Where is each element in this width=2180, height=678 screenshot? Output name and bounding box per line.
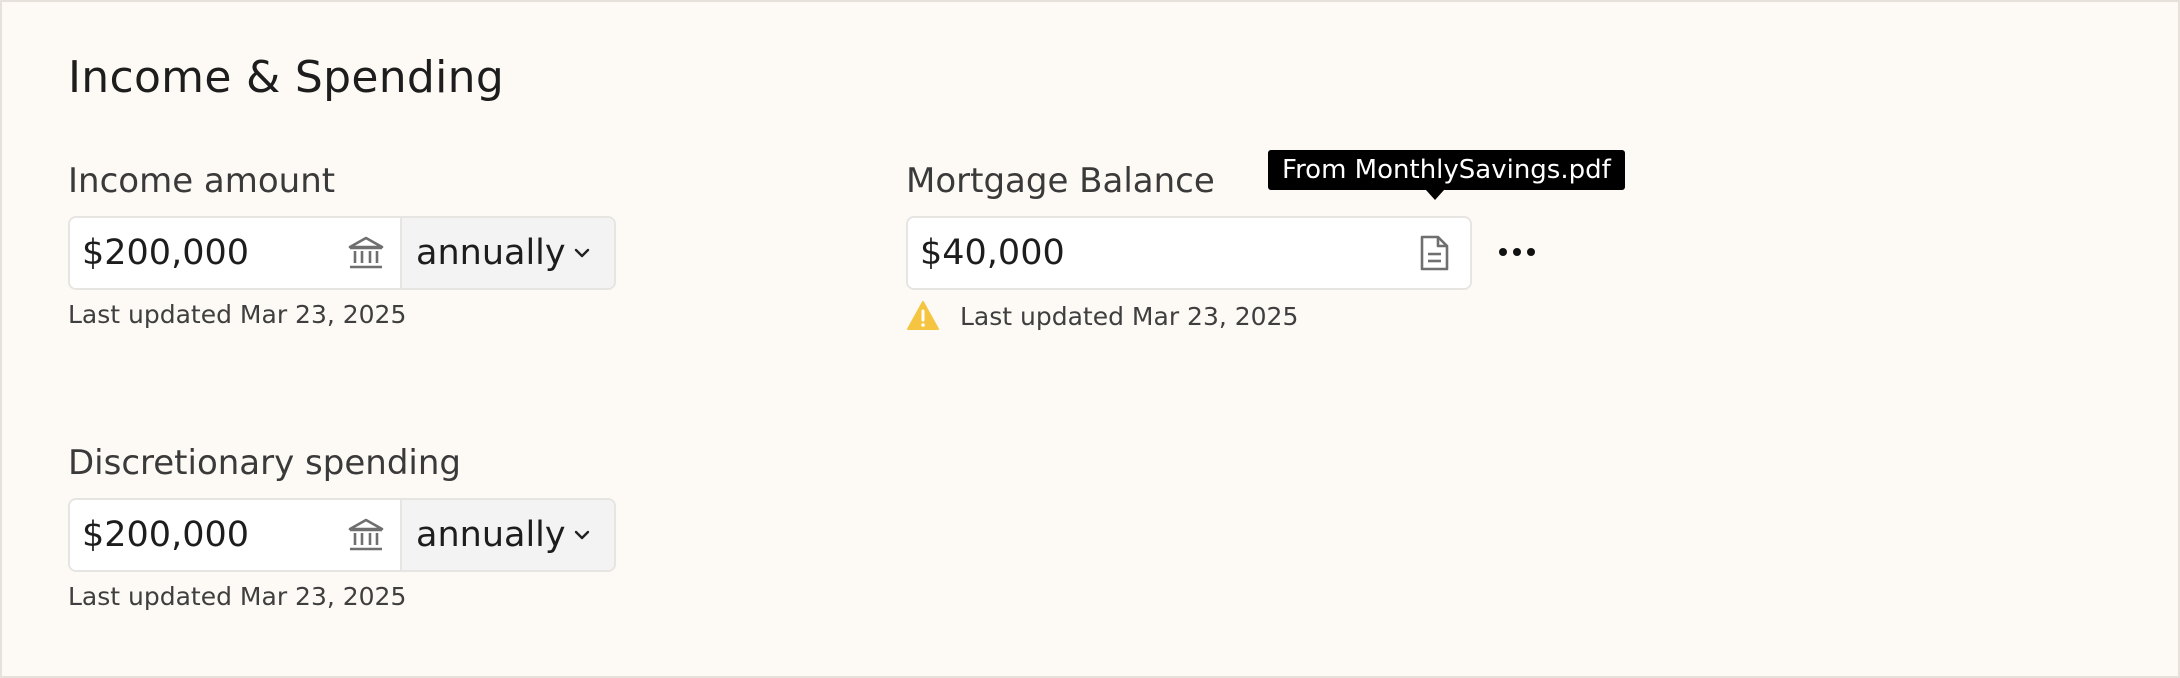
income-frequency-select[interactable]: annually	[400, 218, 614, 288]
income-amount-input-wrap	[70, 218, 400, 288]
mortgage-balance-input-group	[906, 216, 1472, 290]
more-options-button[interactable]	[1492, 232, 1542, 272]
income-last-updated: Last updated Mar 23, 2025	[68, 300, 407, 329]
discretionary-frequency-select[interactable]: annually	[400, 500, 614, 570]
income-amount-field: Income amount annually	[68, 158, 616, 329]
discretionary-spending-input-wrap	[70, 500, 400, 570]
income-amount-label: Income amount	[68, 161, 336, 201]
discretionary-spending-field: Discretionary spending ann	[68, 440, 616, 611]
income-frequency-value: annually	[416, 233, 566, 273]
income-spending-panel: Income & Spending Income amount $200,000…	[0, 0, 2180, 678]
more-dot	[1527, 248, 1535, 256]
discretionary-spending-input-group: annually	[68, 498, 616, 572]
document-icon[interactable]	[1414, 233, 1454, 273]
mortgage-last-updated: Last updated Mar 23, 2025	[960, 301, 1299, 331]
more-dot	[1513, 248, 1521, 256]
mortgage-balance-input-wrap	[908, 218, 1470, 288]
warning-icon	[906, 300, 940, 332]
chevron-down-icon	[572, 243, 592, 263]
income-amount-input-group: annually	[68, 216, 616, 290]
chevron-down-icon	[572, 525, 592, 545]
tooltip-arrow	[1426, 190, 1444, 200]
mortgage-balance-input[interactable]	[908, 218, 1470, 288]
more-dot	[1499, 248, 1507, 256]
bank-icon	[346, 515, 386, 555]
mortgage-status-row: Last updated Mar 23, 2025	[906, 300, 1472, 332]
discretionary-spending-label: Discretionary spending	[68, 443, 461, 483]
section-title: Income & Spending	[68, 52, 505, 103]
bank-icon	[346, 233, 386, 273]
discretionary-last-updated: Last updated Mar 23, 2025	[68, 582, 407, 611]
discretionary-frequency-value: annually	[416, 515, 566, 555]
source-tooltip: From MonthlySavings.pdf	[1268, 150, 1625, 190]
